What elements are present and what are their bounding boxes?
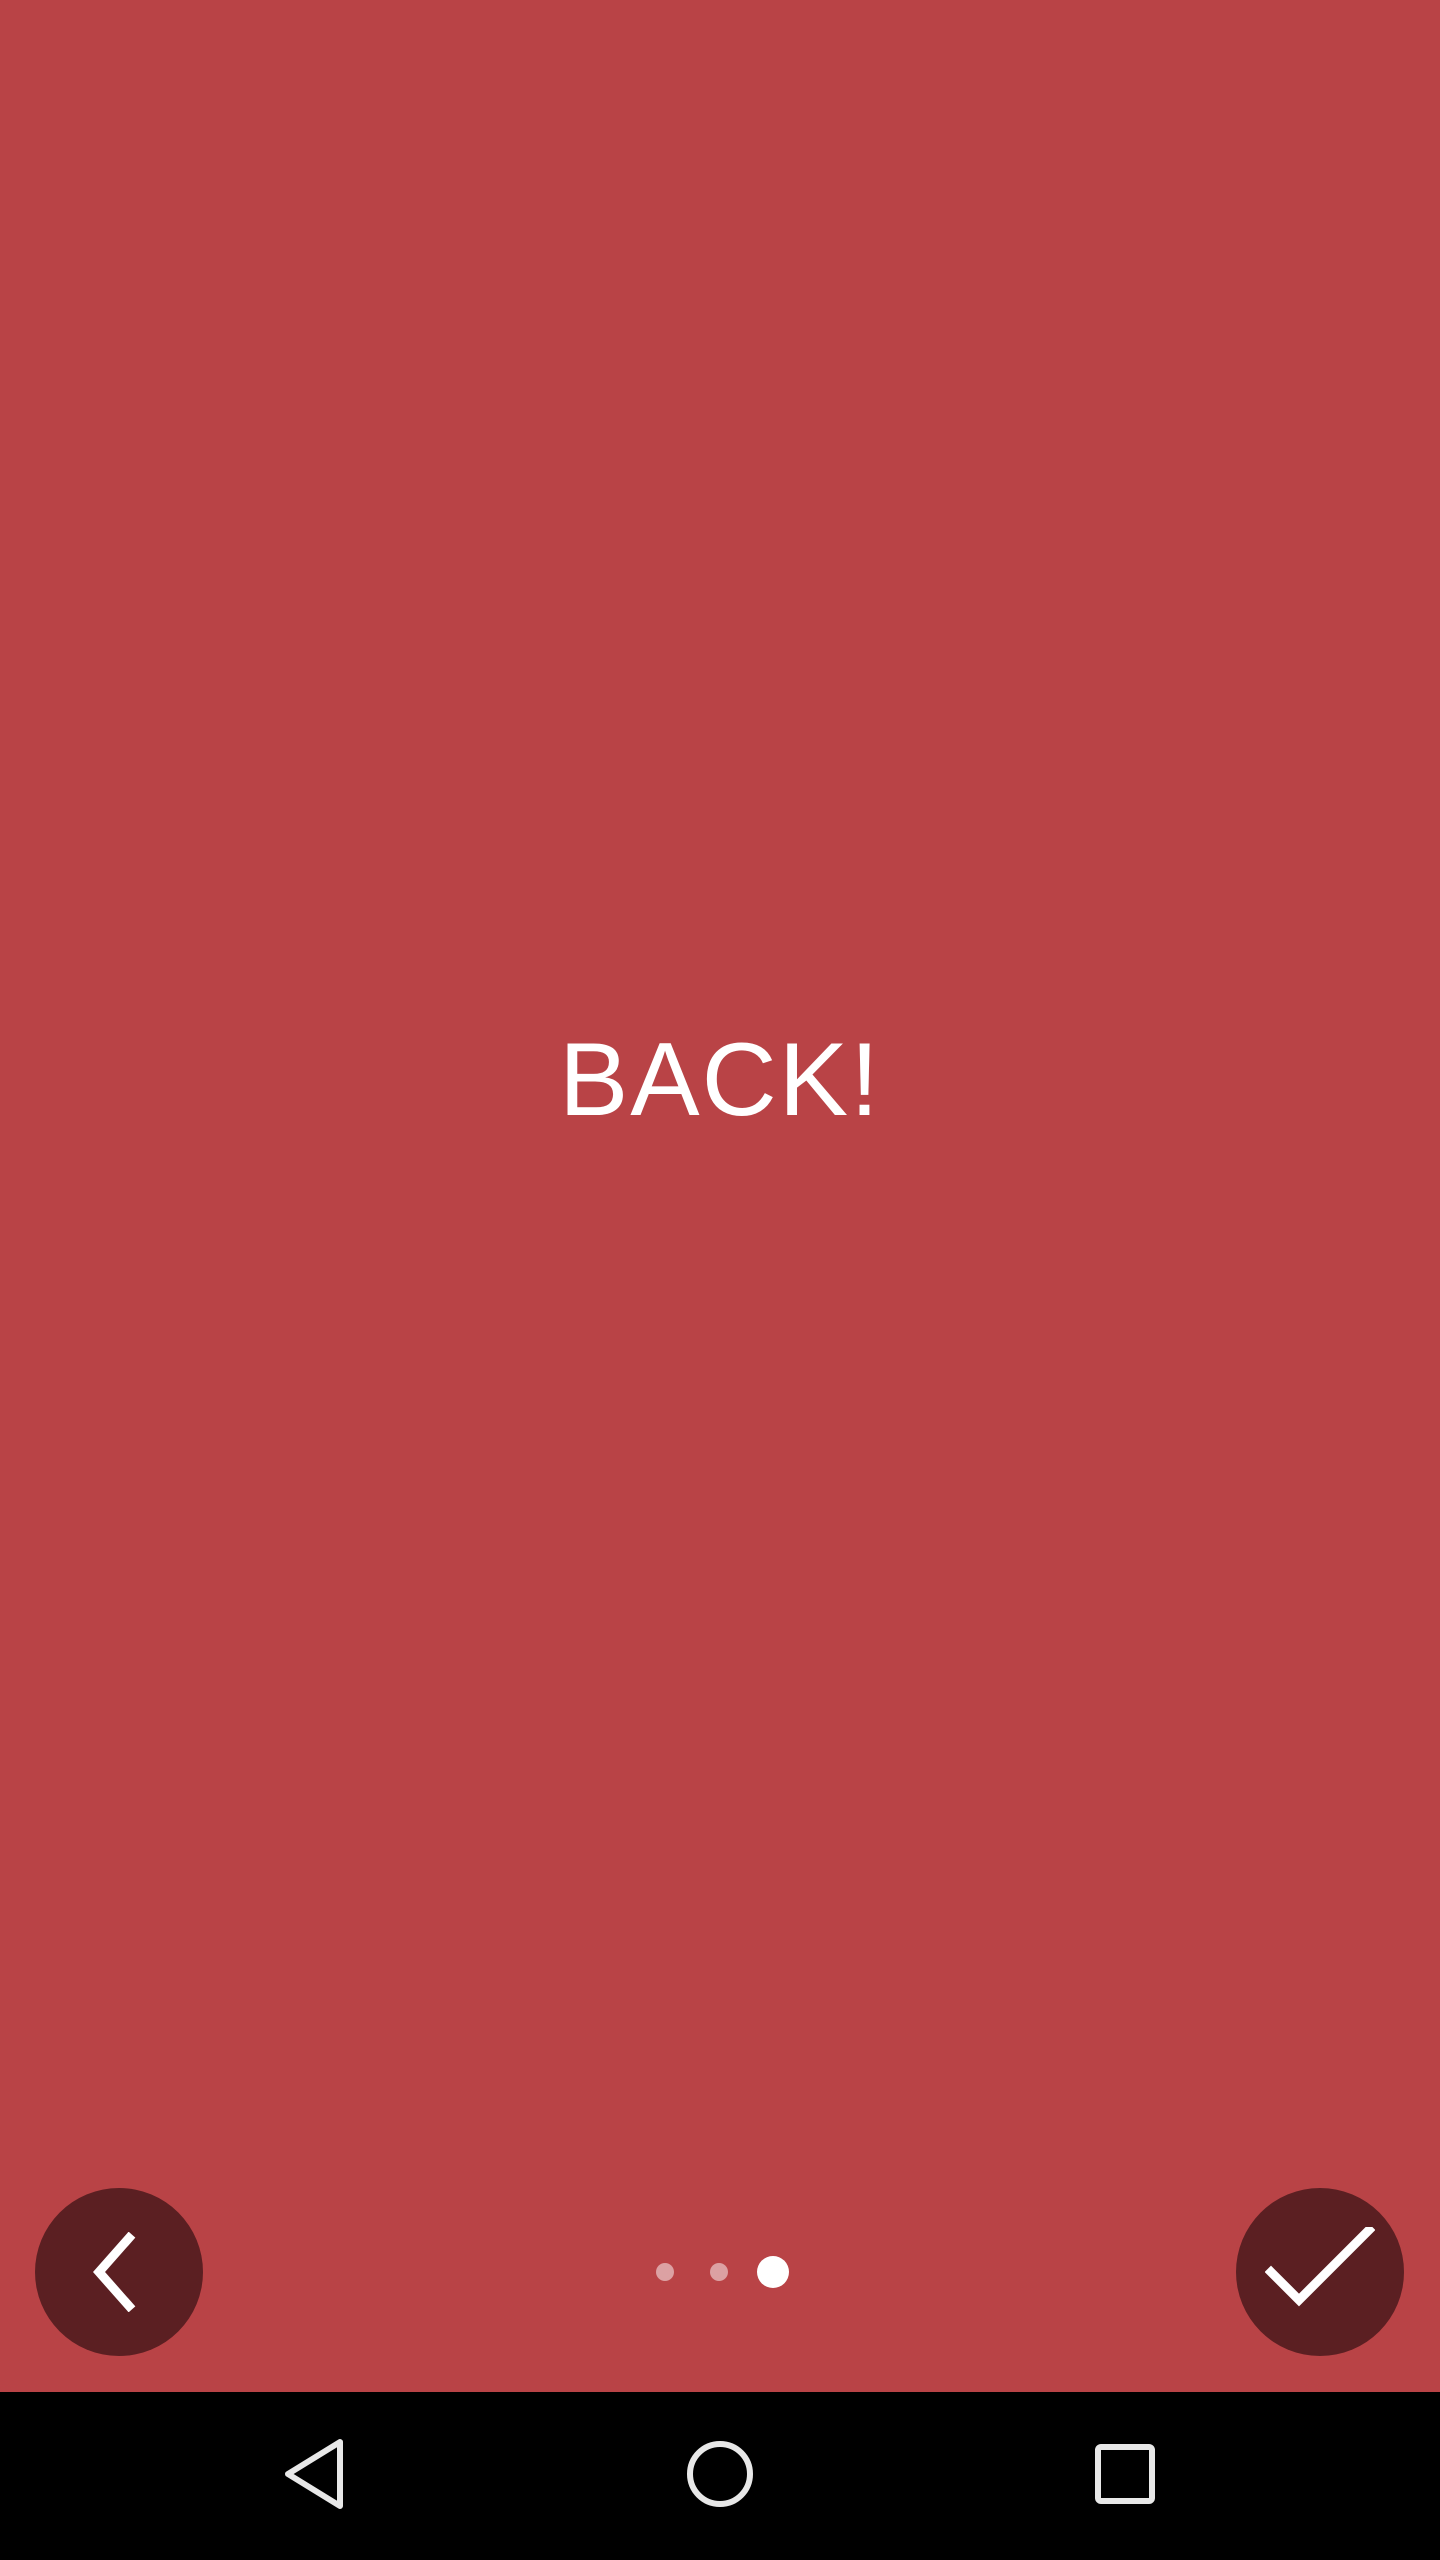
system-navigation-bar (0, 2392, 1440, 2560)
triangle-back-icon (280, 2436, 350, 2517)
page-dot-3-active (757, 2256, 789, 2288)
circle-home-icon (684, 2438, 756, 2515)
page-dot-1 (656, 2263, 674, 2281)
onboarding-slide: BACK! (0, 0, 1440, 2392)
page-dot-2 (710, 2263, 728, 2281)
system-back-button[interactable] (245, 2406, 385, 2546)
system-home-button[interactable] (650, 2406, 790, 2546)
square-recents-icon (1093, 2442, 1157, 2511)
system-recents-button[interactable] (1055, 2406, 1195, 2546)
done-button[interactable] (1236, 2188, 1404, 2356)
checkmark-icon (1265, 2227, 1375, 2317)
slide-message: BACK! (558, 1022, 882, 1138)
page-indicator (0, 2256, 1440, 2288)
onboarding-screen: BACK! (0, 0, 1440, 2560)
